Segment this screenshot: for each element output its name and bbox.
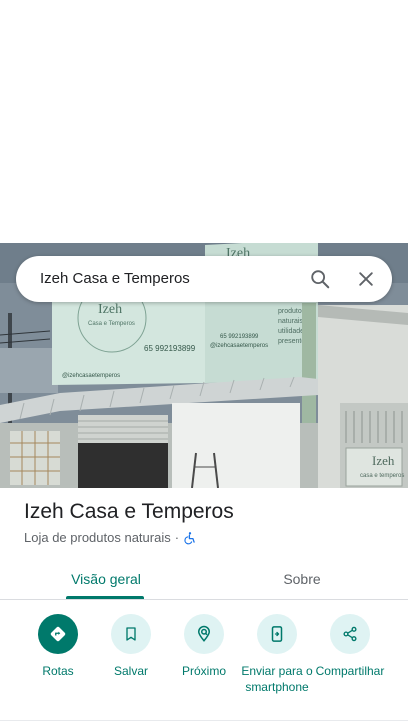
- separator-dot: ·: [174, 530, 180, 545]
- divider: [0, 720, 408, 721]
- svg-text:Casa e Temperos: Casa e Temperos: [88, 321, 135, 327]
- search-button[interactable]: [306, 265, 334, 293]
- sign-name: Izeh: [98, 302, 122, 317]
- nearby-button[interactable]: Próximo: [166, 614, 242, 679]
- share-button[interactable]: Compartilhar: [312, 614, 388, 679]
- place-category-row: Loja de produtos naturais ·: [24, 530, 197, 545]
- nearby-label: Próximo: [181, 664, 226, 678]
- active-tab-indicator: [66, 596, 144, 599]
- svg-text:65 992193899: 65 992193899: [220, 334, 259, 340]
- directions-label: Rotas: [42, 664, 74, 678]
- share-icon: [343, 626, 357, 642]
- svg-text:casa e temperos: casa e temperos: [360, 473, 404, 479]
- svg-text:naturais: naturais: [278, 318, 303, 325]
- side-sign-text: Izeh: [372, 453, 395, 468]
- sign-instagram: @izehcasaetemperos: [210, 343, 268, 349]
- bookmark-icon: [126, 627, 136, 641]
- tab-overview[interactable]: Visão geral: [66, 558, 146, 600]
- tab-about[interactable]: Sobre: [262, 558, 342, 600]
- search-icon: [311, 270, 330, 289]
- share-label: Compartilhar: [315, 664, 385, 678]
- send-to-phone-button[interactable]: Enviar para o smartphone: [239, 614, 315, 695]
- map-blank-area: [0, 0, 408, 243]
- action-buttons-row: Rotas Salvar Próximo Enviar para o smart…: [0, 614, 408, 714]
- svg-text:@izehcasaetemperos: @izehcasaetemperos: [62, 373, 120, 379]
- save-label: Salvar: [113, 664, 148, 678]
- wheelchair-accessible-icon: [183, 531, 197, 545]
- place-details-sheet: Izeh Casa e Temperos Loja de produtos na…: [0, 488, 408, 726]
- search-query[interactable]: Izeh Casa e Temperos: [40, 270, 190, 287]
- place-tabs: Visão geral Sobre: [0, 558, 408, 600]
- svg-text:produtos: produtos: [278, 308, 306, 315]
- sign-phone: 65 992193899: [144, 344, 196, 353]
- send-to-phone-icon: [271, 626, 283, 642]
- search-bar[interactable]: Izeh Casa e Temperos: [16, 256, 392, 302]
- send-to-phone-label: Enviar para o smartphone: [241, 664, 313, 694]
- nearby-icon: [197, 625, 211, 642]
- directions-button[interactable]: Rotas: [20, 614, 96, 679]
- directions-icon: [50, 626, 66, 642]
- place-category: Loja de produtos naturais: [24, 530, 171, 545]
- place-name: Izeh Casa e Temperos: [24, 500, 234, 523]
- clear-search-button[interactable]: [352, 265, 380, 293]
- save-button[interactable]: Salvar: [93, 614, 169, 679]
- close-icon: [359, 272, 373, 286]
